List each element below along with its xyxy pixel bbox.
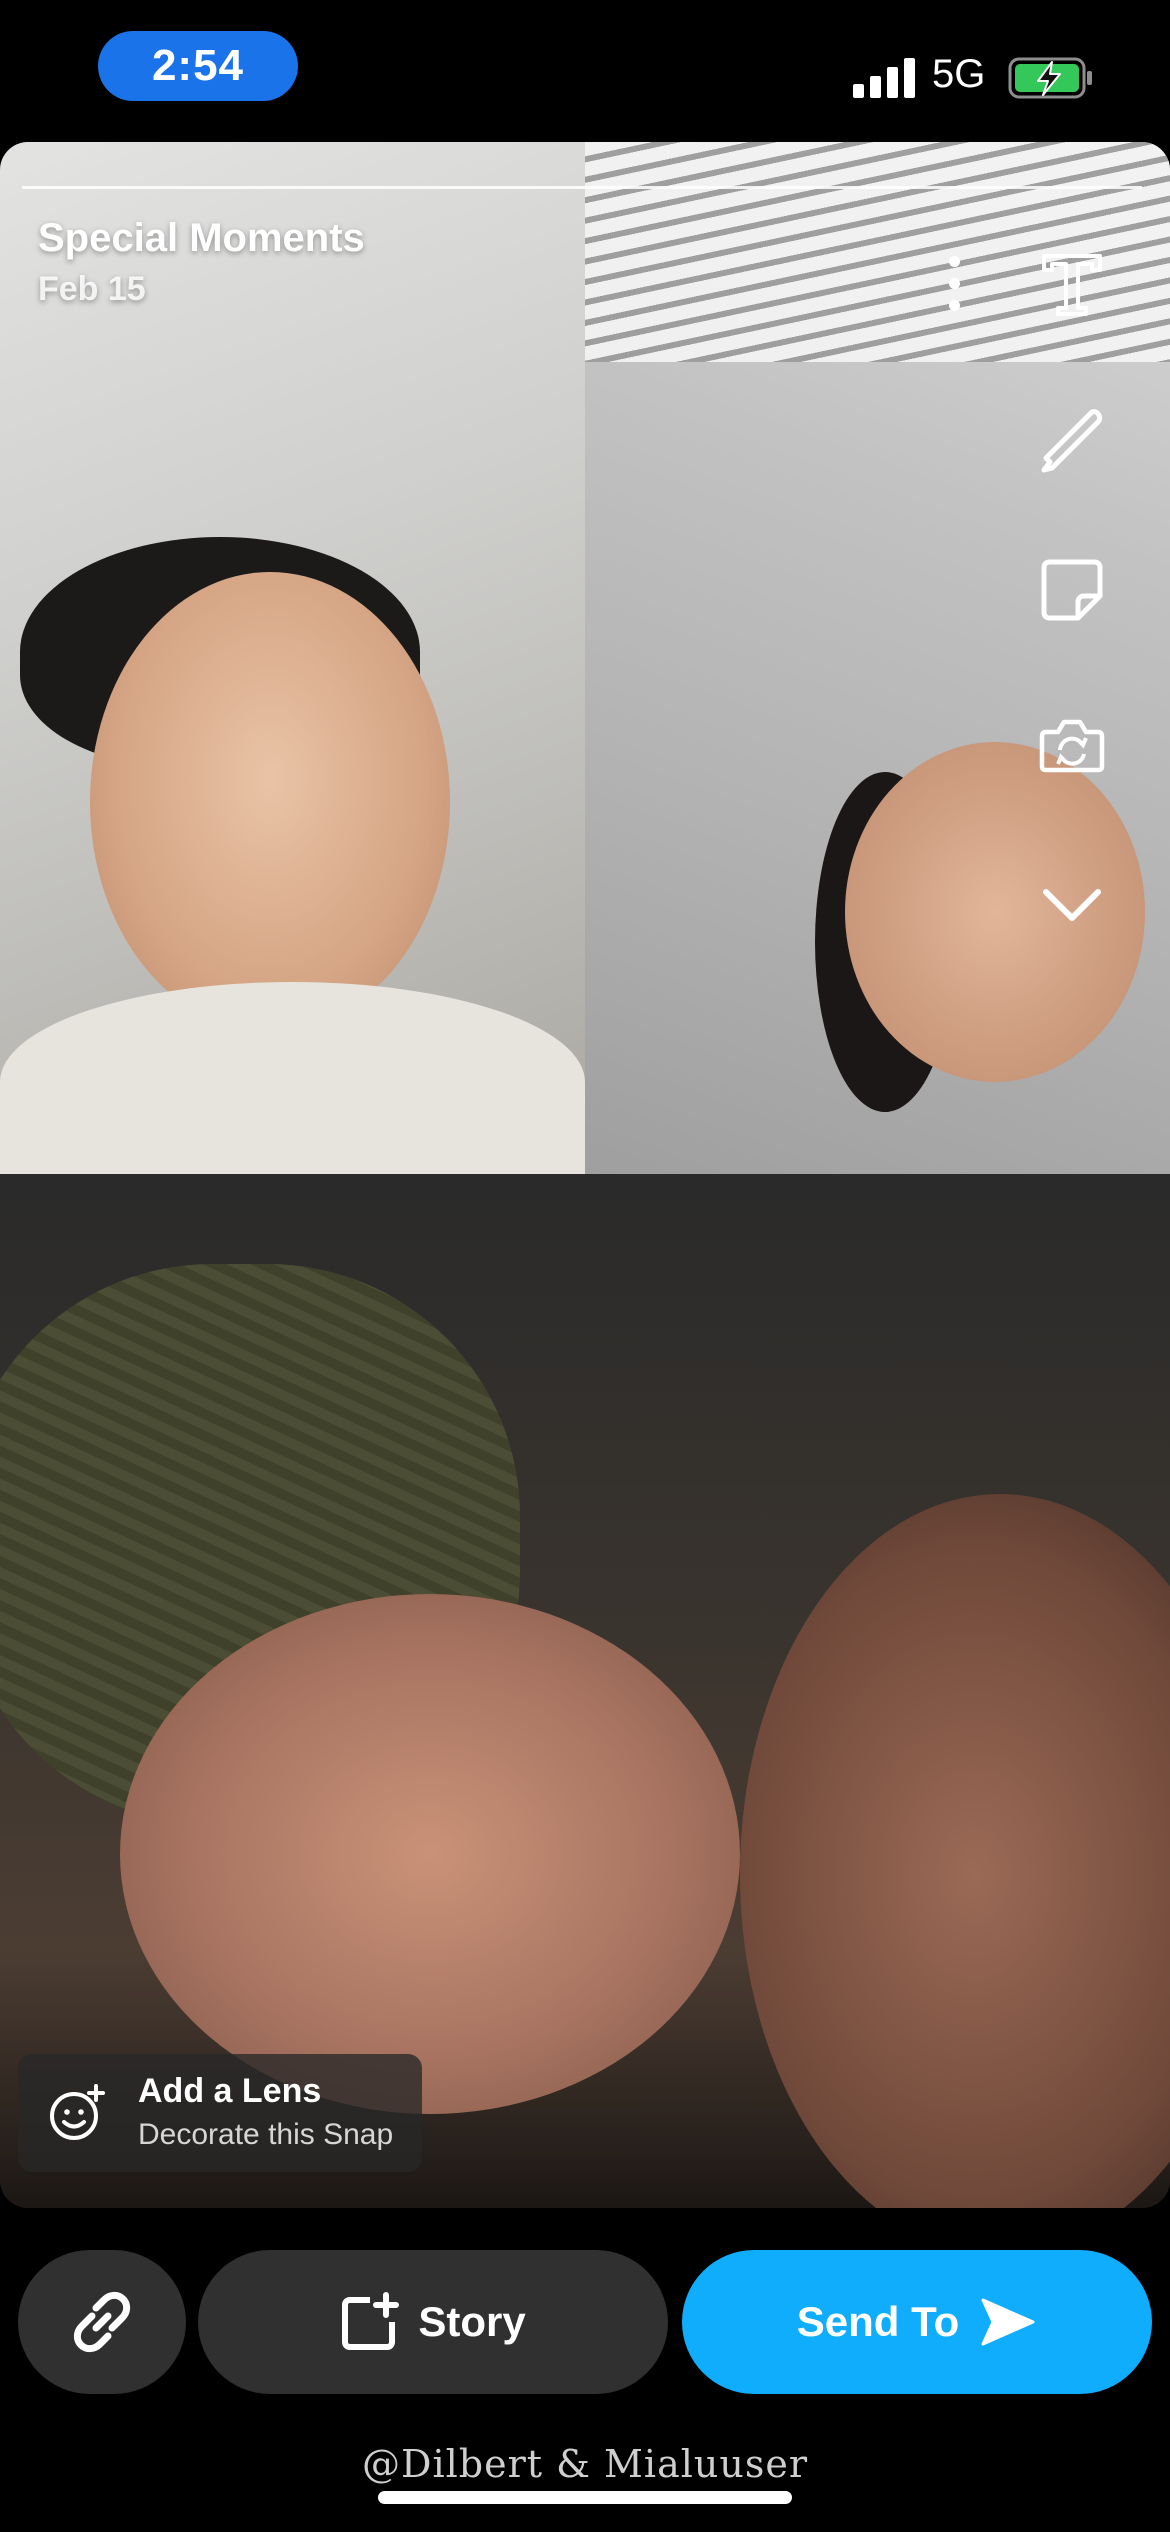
memory-date: Feb 15 — [38, 270, 146, 308]
add-lens-subtitle: Decorate this Snap — [138, 2118, 394, 2151]
cellular-signal-icon — [853, 58, 915, 98]
sticker-tool-button[interactable] — [1032, 550, 1112, 630]
status-time: 2:54 — [98, 31, 298, 101]
send-to-button-label: Send To — [796, 2298, 960, 2345]
story-add-icon — [342, 2292, 400, 2350]
network-type: 5G — [932, 52, 986, 96]
lens-face-icon — [50, 2084, 105, 2140]
home-indicator[interactable] — [378, 2491, 792, 2504]
photo-subject-face — [90, 572, 450, 1032]
snap-preview[interactable]: Special Moments Feb 15 Add a Lens Decora… — [0, 142, 1170, 2208]
battery-charging-icon — [1008, 57, 1092, 99]
pencil-icon — [1041, 409, 1103, 473]
text-tool-button[interactable] — [1032, 242, 1112, 322]
photo-subject-face — [740, 1494, 1170, 2208]
sticker-icon — [1041, 559, 1103, 621]
memory-title: Special Moments — [38, 216, 365, 260]
expand-tools-button[interactable] — [1032, 866, 1112, 946]
send-arrow-icon — [981, 2298, 1035, 2346]
story-button-label: Story — [418, 2298, 526, 2345]
photo-subject-shirt — [0, 982, 585, 1174]
add-lens-title: Add a Lens — [138, 2072, 322, 2110]
flip-camera-button[interactable] — [1032, 706, 1112, 786]
photo-subject-face — [120, 1594, 740, 2114]
camera-flip-icon — [1039, 719, 1105, 773]
story-button[interactable]: Story — [198, 2250, 668, 2394]
link-icon — [73, 2291, 131, 2353]
draw-tool-button[interactable] — [1032, 400, 1112, 480]
chevron-down-icon — [1043, 889, 1101, 921]
share-link-button[interactable] — [18, 2250, 186, 2394]
watermark: @Dilbert & Mialuuser — [362, 2442, 808, 2486]
send-to-button[interactable]: Send To — [682, 2250, 1152, 2394]
memory-photo-bottom — [0, 1174, 1170, 2208]
status-bar: 2:54 5G — [0, 0, 1170, 140]
add-lens-button[interactable]: Add a Lens Decorate this Snap — [18, 2054, 422, 2172]
more-vertical-icon[interactable] — [942, 252, 966, 316]
text-icon — [1042, 254, 1102, 316]
caption-divider — [22, 186, 1142, 189]
